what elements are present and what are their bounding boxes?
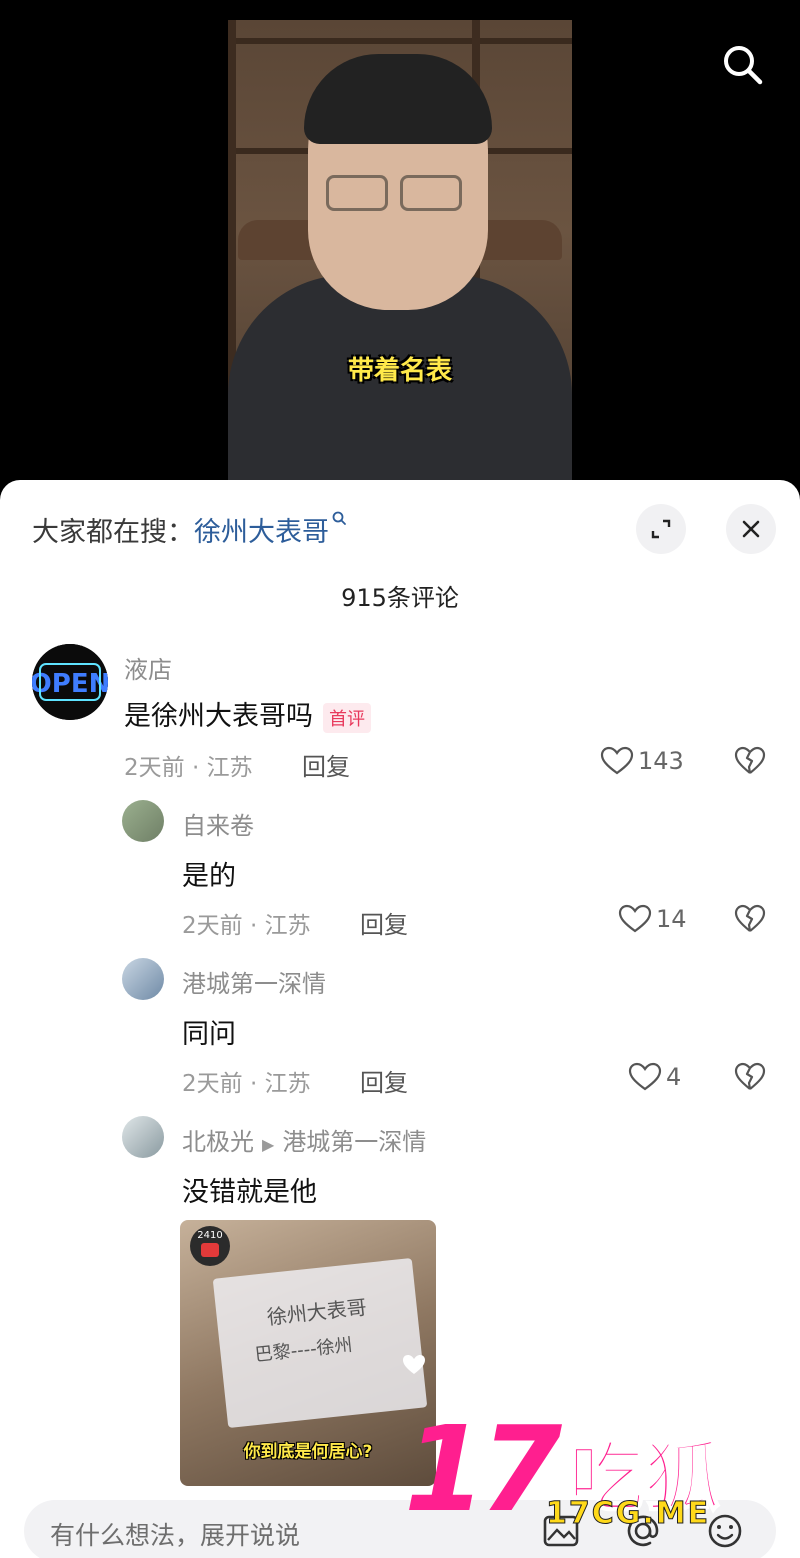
broken-heart-icon — [734, 904, 766, 932]
neon-logo-icon: OPEN — [32, 644, 108, 720]
avatar[interactable] — [122, 1116, 164, 1158]
comment-text: 是徐州大表哥吗 首评 — [124, 694, 371, 733]
expand-icon — [651, 519, 671, 539]
heart-icon — [403, 1355, 425, 1374]
comment-count-title: 915条评论 — [341, 584, 459, 612]
dislike-button[interactable] — [734, 1062, 766, 1096]
avatar[interactable]: OPEN — [32, 644, 108, 720]
at-icon — [627, 1515, 659, 1547]
hot-search-term[interactable]: 徐州大表哥 — [194, 517, 329, 548]
reply-button[interactable]: 回复 — [360, 905, 408, 940]
like-button[interactable]: 4 — [628, 1062, 681, 1092]
comment-image[interactable]: 徐州大表哥 巴黎----徐州 2410 你到底是何居心? — [180, 1220, 436, 1486]
comment-username[interactable]: 液店 — [124, 650, 172, 685]
comment-body: 是徐州大表哥吗 — [124, 701, 313, 732]
like-button[interactable]: 14 — [618, 904, 687, 934]
comment-input[interactable]: 有什么想法，展开说说 — [24, 1500, 776, 1558]
comment-username-line: 北极光 ▶ 港城第一深情 — [182, 1122, 426, 1157]
comment-meta: 2天前 · 江苏 — [182, 1071, 311, 1097]
like-button[interactable]: 143 — [600, 746, 684, 776]
dislike-button[interactable] — [734, 746, 766, 780]
image-icon — [543, 1515, 579, 1547]
comment-body: 没错就是他 — [182, 1177, 317, 1208]
like-count: 4 — [666, 1063, 682, 1091]
image-caption: 你到底是何居心? — [243, 1442, 373, 1462]
svg-text:OPEN: OPEN — [32, 669, 108, 699]
paper-sheet: 徐州大表哥 巴黎----徐州 — [212, 1257, 428, 1429]
avatar[interactable] — [122, 800, 164, 842]
video-player[interactable]: 带着名表 — [0, 0, 800, 500]
heart-icon — [600, 746, 634, 775]
comment-username[interactable]: 北极光 — [182, 1128, 254, 1156]
person-hair — [304, 54, 492, 144]
video-frame: 带着名表 — [228, 20, 572, 490]
comment-meta: 2天前 · 江苏 — [124, 755, 253, 781]
video-caption: 带着名表 — [347, 356, 452, 386]
expand-button[interactable] — [636, 504, 686, 554]
first-comment-badge: 首评 — [323, 702, 371, 733]
close-button[interactable] — [726, 504, 776, 554]
comment-username[interactable]: 港城第一深情 — [182, 964, 326, 999]
comment-body: 同问 — [182, 1019, 236, 1050]
like-count: 143 — [638, 747, 684, 775]
red-box-icon — [201, 1243, 219, 1257]
comment-body: 是的 — [182, 861, 236, 892]
hot-search-prefix: 大家都在搜： — [32, 517, 194, 548]
glasses-lens-right — [400, 175, 462, 211]
reply-arrow-icon: ▶ — [262, 1135, 275, 1154]
dislike-button[interactable] — [734, 904, 766, 938]
shelf — [228, 38, 572, 44]
comment-sheet: 大家都在搜：徐州大表哥 915条评论 OPEN 液店 是徐州大表哥吗 首评 2天前… — [0, 480, 800, 1558]
close-icon — [742, 520, 760, 538]
search-icon — [724, 46, 763, 85]
heart-icon — [618, 904, 652, 933]
glasses-lens-left — [326, 175, 388, 211]
paper-text: 徐州大表哥 — [265, 1295, 368, 1330]
search-icon — [332, 511, 346, 525]
emoji-icon — [708, 1514, 742, 1548]
comment-input-placeholder: 有什么想法，展开说说 — [50, 1521, 301, 1550]
paper-text: 巴黎----徐州 — [253, 1334, 354, 1366]
mention-button[interactable] — [622, 1510, 664, 1556]
image-avatar-badge: 2410 — [190, 1226, 230, 1266]
heart-icon — [628, 1062, 662, 1091]
comment-username[interactable]: 自来卷 — [182, 806, 254, 841]
image-counter: 2410 — [197, 1230, 223, 1241]
broken-heart-icon — [734, 1062, 766, 1090]
search-button[interactable] — [718, 40, 768, 90]
like-count: 14 — [656, 905, 687, 933]
image-picker-button[interactable] — [540, 1510, 582, 1556]
hot-search-bar[interactable]: 大家都在搜：徐州大表哥 — [32, 510, 347, 549]
broken-heart-icon — [734, 746, 766, 774]
avatar[interactable] — [122, 958, 164, 1000]
reply-button[interactable]: 回复 — [360, 1063, 408, 1098]
reply-to-username[interactable]: 港城第一深情 — [282, 1128, 426, 1156]
reply-button[interactable]: 回复 — [302, 747, 350, 782]
emoji-button[interactable] — [704, 1510, 746, 1556]
comment-meta: 2天前 · 江苏 — [182, 913, 311, 939]
